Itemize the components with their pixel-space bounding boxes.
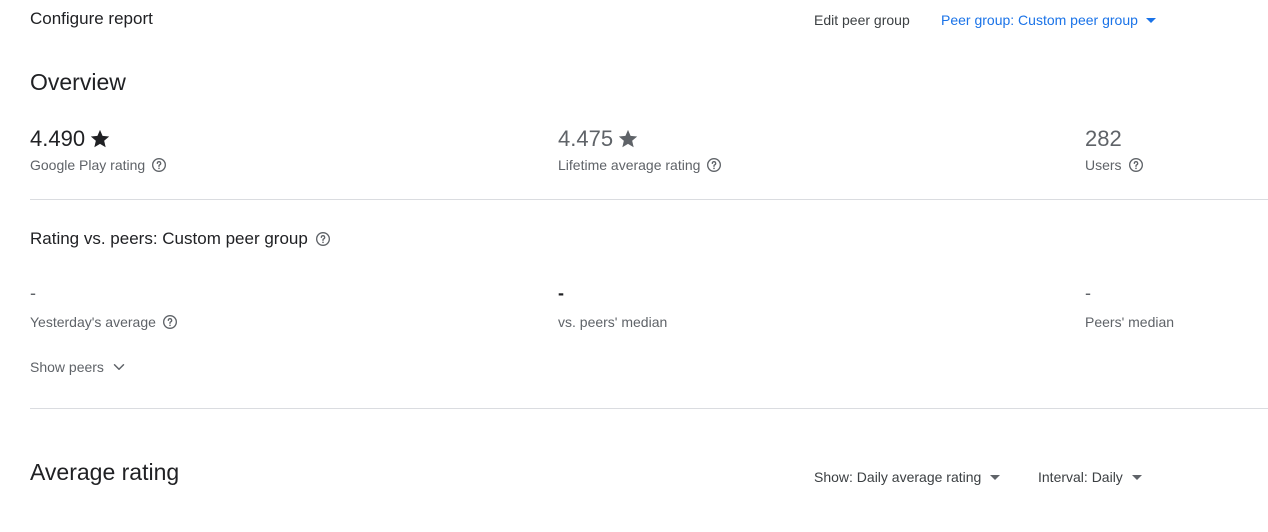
help-icon[interactable] bbox=[151, 157, 167, 173]
metric-users: 282 bbox=[1085, 126, 1122, 152]
show-metric-dropdown-label: Show: Daily average rating bbox=[814, 469, 982, 485]
divider bbox=[30, 199, 1268, 200]
chevron-down-icon bbox=[113, 364, 125, 370]
google-play-rating-value: 4.490 bbox=[30, 126, 86, 151]
caret-down-icon bbox=[1131, 474, 1142, 480]
interval-dropdown-label: Interval: Daily bbox=[1038, 469, 1123, 485]
page-title: Configure report bbox=[30, 9, 153, 28]
yesterdays-average-value: - bbox=[30, 283, 36, 303]
users-label-row: Users bbox=[1085, 157, 1144, 173]
users-value: 282 bbox=[1085, 126, 1122, 151]
average-rating-heading: Average rating bbox=[30, 459, 180, 485]
peers-median-value: - bbox=[1085, 283, 1091, 303]
help-icon[interactable] bbox=[162, 314, 178, 330]
show-peers-toggle[interactable]: Show peers bbox=[30, 358, 128, 376]
lifetime-average-rating-label-row: Lifetime average rating bbox=[558, 157, 722, 173]
peer-group-dropdown[interactable]: Peer group: Custom peer group bbox=[941, 12, 1156, 28]
lifetime-average-rating-value: 4.475 bbox=[558, 126, 614, 151]
overview-heading: Overview bbox=[30, 69, 126, 95]
show-peers-label: Show peers bbox=[30, 359, 104, 375]
star-icon bbox=[90, 129, 110, 148]
yesterdays-average-label-row: Yesterday's average bbox=[30, 314, 178, 330]
peer-group-dropdown-label: Peer group: Custom peer group bbox=[941, 12, 1138, 28]
show-metric-dropdown[interactable]: Show: Daily average rating bbox=[814, 469, 1001, 485]
vs-peers-median-value: - bbox=[558, 283, 564, 303]
caret-down-icon bbox=[990, 474, 1001, 480]
lifetime-average-rating-label: Lifetime average rating bbox=[558, 157, 701, 173]
google-play-rating-label-row: Google Play rating bbox=[30, 157, 167, 173]
edit-peer-group-button[interactable]: Edit peer group bbox=[814, 12, 910, 28]
interval-dropdown[interactable]: Interval: Daily bbox=[1038, 469, 1142, 485]
vs-peers-median-label: vs. peers' median bbox=[558, 314, 668, 330]
peers-median-label: Peers' median bbox=[1085, 314, 1175, 330]
metric-lifetime-average-rating: 4.475 bbox=[558, 126, 639, 152]
caret-down-icon bbox=[1145, 17, 1156, 23]
help-icon[interactable] bbox=[706, 157, 722, 173]
divider bbox=[30, 408, 1268, 409]
metric-google-play-rating: 4.490 bbox=[30, 126, 111, 152]
rating-vs-peers-title: Rating vs. peers: Custom peer group bbox=[30, 229, 308, 248]
users-label: Users bbox=[1085, 157, 1122, 173]
google-play-rating-label: Google Play rating bbox=[30, 157, 146, 173]
star-icon bbox=[618, 129, 638, 148]
help-icon[interactable] bbox=[1128, 157, 1144, 173]
rating-vs-peers-heading: Rating vs. peers: Custom peer group bbox=[30, 229, 331, 249]
help-icon[interactable] bbox=[315, 231, 331, 247]
yesterdays-average-label: Yesterday's average bbox=[30, 314, 156, 330]
